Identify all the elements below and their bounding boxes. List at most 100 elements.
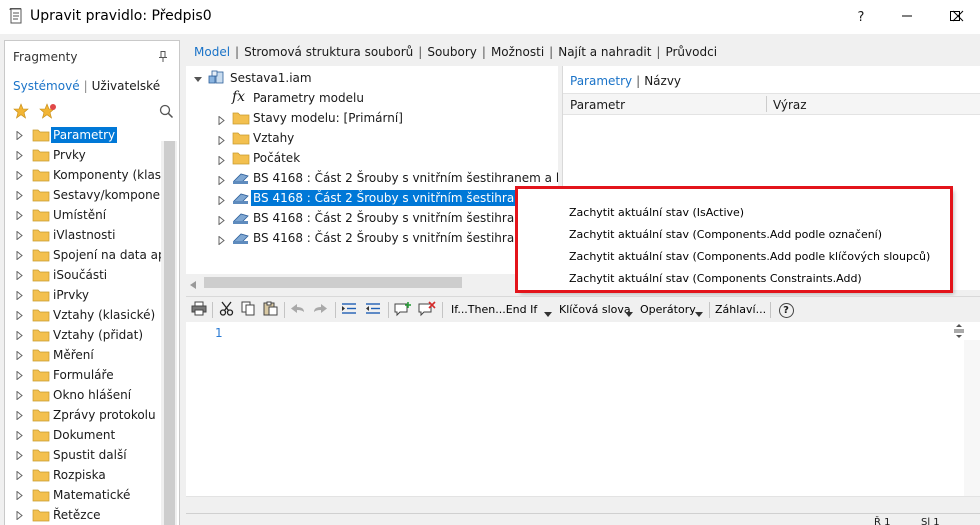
undo-button[interactable] [288,300,308,320]
snippet-category-item[interactable]: Matematické [5,485,161,505]
snippet-category-item[interactable]: Sestavy/komponent [5,185,172,205]
expand-arrow-icon[interactable] [16,389,23,403]
search-icon[interactable] [159,104,174,122]
expand-arrow-icon[interactable] [16,489,23,503]
tab-user[interactable]: Uživatelské [92,79,160,93]
main-tab[interactable]: Průvodci [665,45,717,59]
main-tab[interactable]: Stromová struktura souborů [244,45,413,59]
expand-arrow-icon[interactable] [16,169,23,183]
main-tab[interactable]: Soubory [427,45,477,59]
remove-comment-button[interactable] [416,300,438,320]
expand-arrow-icon[interactable] [16,269,23,283]
snippet-category-item[interactable]: iVlastnosti [5,225,161,245]
expand-arrow-icon[interactable] [218,114,225,128]
indent-button[interactable] [339,300,359,320]
add-favorite-star-icon[interactable] [39,103,57,122]
pin-icon[interactable] [158,51,168,66]
tab-system[interactable]: Systémové [13,79,80,93]
expand-arrow-icon[interactable] [16,469,23,483]
model-tree-horizontal-scrollbar[interactable] [186,274,558,290]
snippet-category-item[interactable]: Rozpiska [5,465,161,485]
cut-button[interactable] [216,300,236,320]
expand-arrow-icon[interactable] [16,249,23,263]
expand-arrow-icon[interactable] [16,369,23,383]
tree-root-node[interactable]: Sestava1.iam [194,68,494,88]
snippet-category-item[interactable]: Komponenty (klasic [5,165,171,185]
expand-arrow-icon[interactable] [218,214,225,228]
scroll-left-arrow-icon[interactable] [190,278,196,290]
dropdown-arrow-icon[interactable] [695,307,703,321]
expand-arrow-icon[interactable] [218,194,225,208]
help-button[interactable]: ? [838,0,884,34]
dropdown-arrow-icon[interactable] [625,307,633,321]
main-tab[interactable]: Možnosti [491,45,544,59]
if-then-snippet-button[interactable]: If...Then...End If [451,303,537,316]
operators-dropdown[interactable]: Operátory [640,303,696,316]
snippet-category-item[interactable]: Dokument [5,425,161,445]
favorite-star-icon[interactable] [13,103,29,122]
collapse-arrow-icon[interactable] [194,73,203,87]
model-tree-node[interactable]: BS 4168 : Část 2 Šrouby s vnitřním šesti… [216,208,558,228]
model-tree-node[interactable]: Vztahy [216,128,558,148]
expand-arrow-icon[interactable] [16,329,23,343]
copy-button[interactable] [238,300,258,320]
menu-item-capture-isactive[interactable]: Zachytit aktuální stav (IsActive) [569,206,744,219]
expand-arrow-icon[interactable] [16,149,23,163]
model-tree-node[interactable]: BS 4168 : Část 2 Šrouby s vnitřním šesti… [216,168,558,188]
model-tree-node[interactable]: fx Parametry modelu [216,88,558,108]
snippet-category-item[interactable]: Prvky [5,145,161,165]
editor-horizontal-scrollbar[interactable] [186,496,980,513]
column-header-expression[interactable]: Výraz [773,98,807,112]
help-button-toolbar[interactable]: ? [776,300,796,320]
menu-item-capture-constraints-add[interactable]: Zachytit aktuální stav (Components Const… [569,272,862,285]
dropdown-arrow-icon[interactable] [544,307,552,321]
snippet-category-item[interactable]: Vztahy (přidat) [5,325,161,345]
split-editor-icon[interactable] [954,324,964,341]
expand-arrow-icon[interactable] [16,449,23,463]
expand-arrow-icon[interactable] [16,349,23,363]
snippet-category-item[interactable]: Zprávy protokolu [5,405,161,425]
code-editor[interactable]: 1 [186,322,980,496]
snippet-category-item[interactable]: Okno hlášení [5,385,161,405]
expand-arrow-icon[interactable] [16,429,23,443]
column-divider[interactable] [766,96,767,112]
main-tab[interactable]: Model [194,45,230,59]
close-button[interactable] [936,0,980,34]
expand-arrow-icon[interactable] [16,309,23,323]
expand-arrow-icon[interactable] [218,174,225,188]
keywords-dropdown[interactable]: Klíčová slova [559,303,631,316]
tab-parameters[interactable]: Parametry [570,74,632,88]
snippet-category-item[interactable]: Parametry [5,125,161,145]
print-button[interactable] [189,300,209,320]
snippet-category-item[interactable]: Vztahy (klasické) [5,305,161,325]
expand-arrow-icon[interactable] [16,129,23,143]
add-comment-button[interactable] [392,300,414,320]
expand-arrow-icon[interactable] [16,509,23,523]
tab-names[interactable]: Názvy [644,74,681,88]
expand-arrow-icon[interactable] [16,289,23,303]
model-tree-node[interactable]: BS 4168 : Část 2 Šrouby s vnitřním šesti… [216,228,558,248]
main-tab[interactable]: Najít a nahradit [558,45,651,59]
expand-arrow-icon[interactable] [16,229,23,243]
expand-arrow-icon[interactable] [16,189,23,203]
model-tree-node[interactable]: Počátek [216,148,558,168]
snippet-category-item[interactable]: Spustit další [5,445,161,465]
model-tree-node[interactable]: BS 4168 : Část 2 Šrouby s vnitřním šesti… [216,188,558,208]
snippet-category-item[interactable]: Měření [5,345,161,365]
outdent-button[interactable] [363,300,383,320]
snippets-vertical-scrollbar[interactable] [161,141,177,525]
headers-button[interactable]: Záhlaví... [715,303,766,316]
snippet-category-item[interactable]: iPrvky [5,285,161,305]
expand-arrow-icon[interactable] [16,409,23,423]
paste-button[interactable] [260,300,280,320]
minimize-button[interactable] [884,0,930,34]
column-header-parameter[interactable]: Parametr [570,98,625,112]
expand-arrow-icon[interactable] [218,134,225,148]
editor-vertical-scrollbar[interactable] [964,340,980,496]
menu-item-capture-components-add-by-selection[interactable]: Zachytit aktuální stav (Components.Add p… [569,228,882,241]
snippets-scroll-thumb[interactable] [164,141,175,525]
expand-arrow-icon[interactable] [218,234,225,248]
snippet-category-item[interactable]: Spojení na data apli [5,245,172,265]
model-tree-node[interactable]: Stavy modelu: [Primární] [216,108,558,128]
snippet-category-item[interactable]: iSoučásti [5,265,161,285]
